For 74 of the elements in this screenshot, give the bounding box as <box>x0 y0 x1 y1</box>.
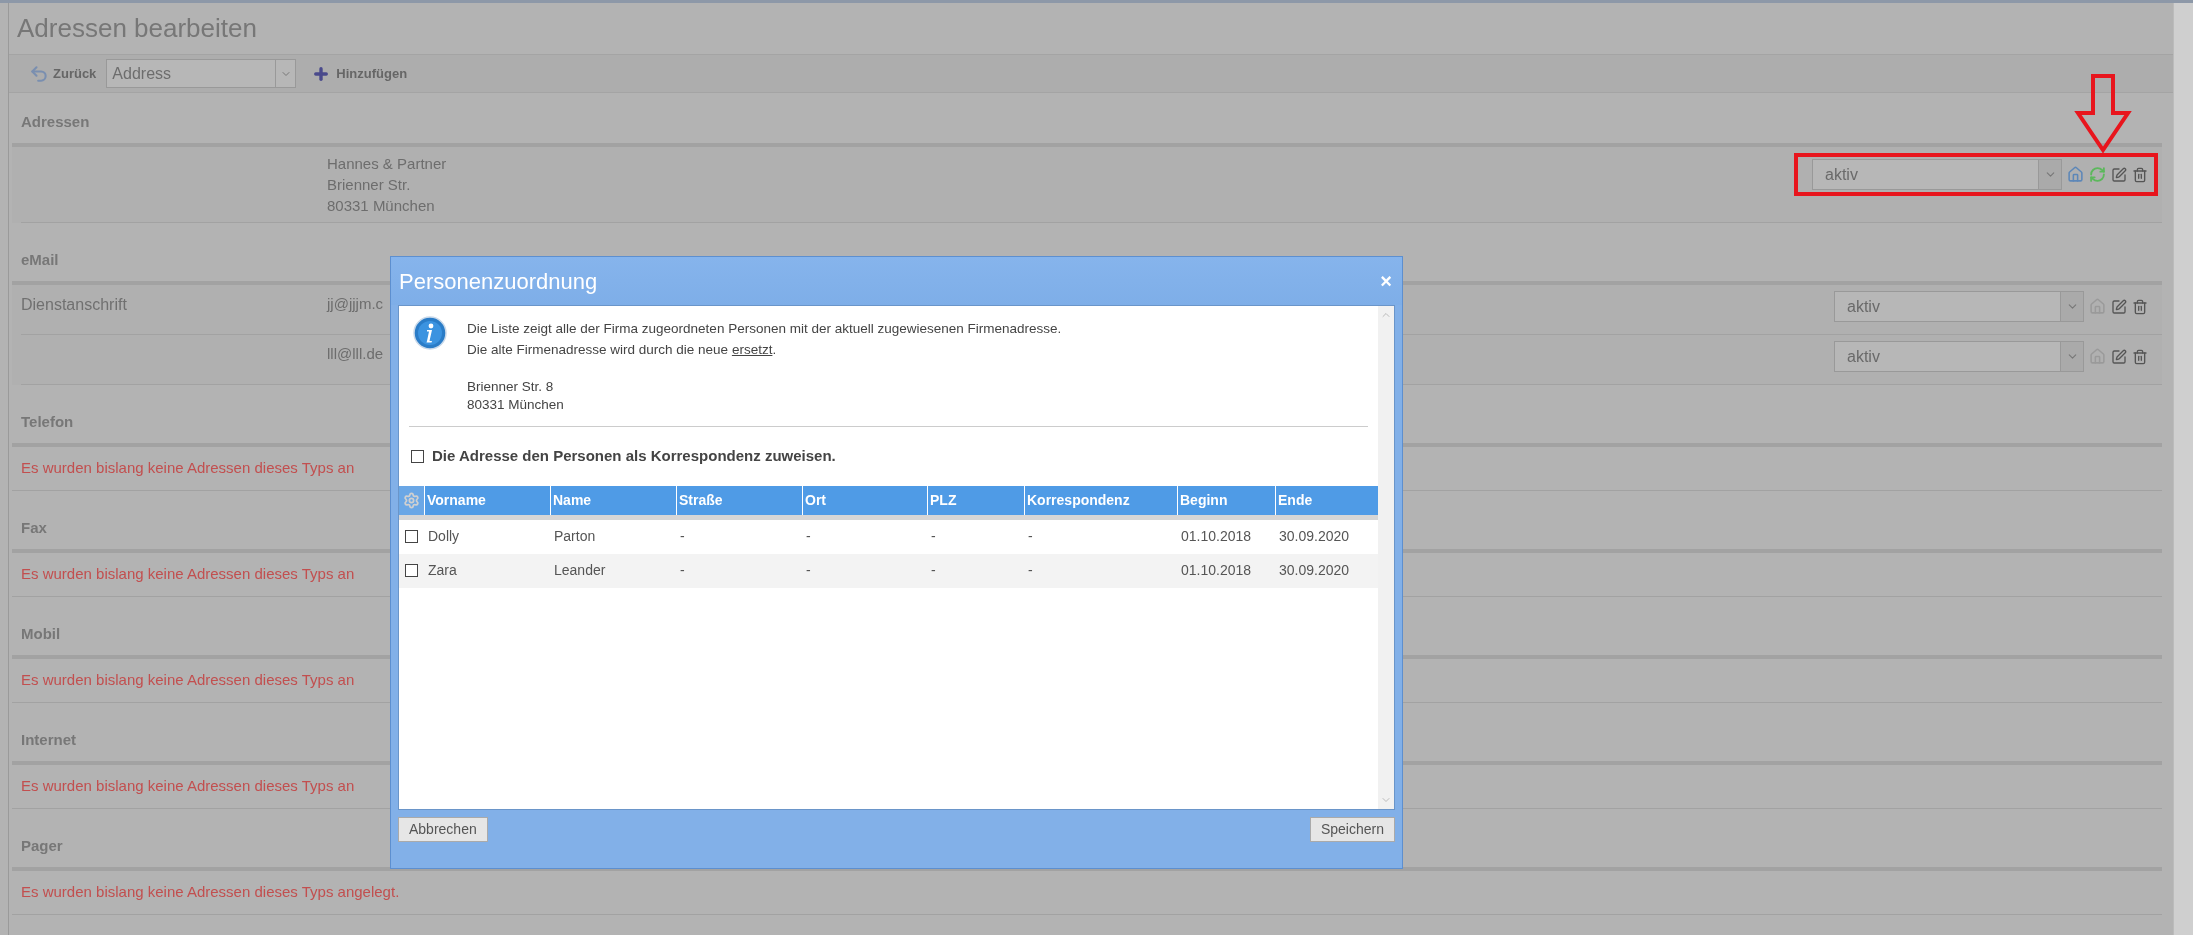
table-cell: 30.09.2020 <box>1279 528 1350 544</box>
column-header[interactable]: PLZ <box>927 485 1024 515</box>
section-heading: Fax <box>21 517 47 538</box>
table-cell: Leander <box>554 562 606 578</box>
table-cell: - <box>806 562 811 578</box>
table-cell: - <box>931 528 936 544</box>
empty-message: Es wurden bislang keine Adressen dieses Typs angelegt. <box>21 882 400 903</box>
table-cell: Parton <box>554 528 596 544</box>
row-checkbox[interactable] <box>405 564 418 577</box>
table-cell: Zara <box>428 562 457 578</box>
cancel-button[interactable]: Abbrechen <box>398 817 488 842</box>
info-text: Die alte Firmenadresse wird durch die neue ersetzt. <box>467 341 778 359</box>
add-button[interactable]: Hinzufügen <box>312 63 408 84</box>
table-cell: 01.10.2018 <box>1181 528 1252 544</box>
section-heading: eMail <box>21 249 59 270</box>
column-header[interactable]: Beginn <box>1177 485 1275 515</box>
back-button[interactable]: Zurück <box>29 63 97 84</box>
edit-icon[interactable] <box>2111 298 2127 315</box>
section-heading: Adressen <box>21 111 90 132</box>
table-cell: 01.10.2018 <box>1181 562 1252 578</box>
settings-icon[interactable] <box>403 491 420 509</box>
type-select[interactable]: Address <box>106 59 297 88</box>
empty-message: Es wurden bislang keine Adressen dieses Typs an <box>21 458 355 479</box>
edit-icon[interactable] <box>2111 166 2127 183</box>
address-line: 80331 München <box>467 396 564 414</box>
column-header[interactable]: Straße <box>676 485 802 515</box>
section-heading: Pager <box>21 835 63 856</box>
dialog-title: Personenzuordnung <box>399 267 598 296</box>
section-heading: Mobil <box>21 623 61 644</box>
info-icon <box>413 316 447 350</box>
table-cell: 30.09.2020 <box>1279 562 1350 578</box>
delete-icon[interactable] <box>2132 298 2148 315</box>
entry-value: Hannes & Partner <box>327 154 447 174</box>
dialog-scrollbar[interactable] <box>1378 306 1394 809</box>
delete-icon[interactable] <box>2132 166 2148 183</box>
entry-label: Dienstanschrift <box>21 296 127 313</box>
column-header[interactable]: Name <box>550 485 676 515</box>
table-cell: - <box>680 562 685 578</box>
page-scrollbar[interactable] <box>2173 3 2193 935</box>
info-text: Die Liste zeigt alle der Firma zugeordneten Personen mit der aktuell zugewiesenen Firmenadresse. <box>467 320 1062 338</box>
table-cell: - <box>931 562 936 578</box>
section-heading: Telefon <box>21 411 74 432</box>
address-line: Brienner Str. 8 <box>467 378 554 396</box>
status-select[interactable]: aktiv <box>1812 159 2062 190</box>
delete-icon[interactable] <box>2132 348 2148 365</box>
checkbox-label: Die Adresse den Personen als Korrespondenz zuweisen. <box>432 446 836 466</box>
section-heading: Internet <box>21 729 76 750</box>
column-header[interactable]: Vorname <box>424 485 550 515</box>
back-arrow-icon <box>29 63 49 84</box>
home-icon[interactable] <box>2067 166 2084 183</box>
status-select[interactable]: aktiv <box>1834 291 2084 322</box>
table-cell: - <box>680 528 685 544</box>
table-cell: - <box>806 528 811 544</box>
empty-message: Es wurden bislang keine Adressen dieses Typs an <box>21 670 355 691</box>
column-header[interactable]: Ort <box>802 485 927 515</box>
row-checkbox[interactable] <box>405 530 418 543</box>
save-button[interactable]: Speichern <box>1309 817 1395 842</box>
status-select[interactable]: aktiv <box>1834 341 2084 372</box>
table-cell: - <box>1028 562 1033 578</box>
table-cell: Dolly <box>428 528 460 544</box>
column-settings-cell[interactable] <box>399 485 424 515</box>
edit-icon[interactable] <box>2111 348 2127 365</box>
empty-message: Es wurden bislang keine Adressen dieses Typs an <box>21 564 355 585</box>
empty-message: Es wurden bislang keine Adressen dieses Typs an <box>21 776 355 797</box>
checkbox[interactable] <box>411 449 424 463</box>
table-cell: - <box>1028 528 1033 544</box>
page-title: Adressen bearbeiten <box>17 12 257 45</box>
plus-icon <box>312 64 331 83</box>
close-button[interactable]: × <box>1380 271 1394 291</box>
entry-value: lll@lll.de <box>327 344 384 364</box>
entry-value: jj@jjjm.c <box>327 294 384 314</box>
entry-value: 80331 München <box>327 196 435 216</box>
entry-value: Brienner Str. <box>327 175 411 195</box>
column-header[interactable]: Korrespondenz <box>1024 485 1177 515</box>
